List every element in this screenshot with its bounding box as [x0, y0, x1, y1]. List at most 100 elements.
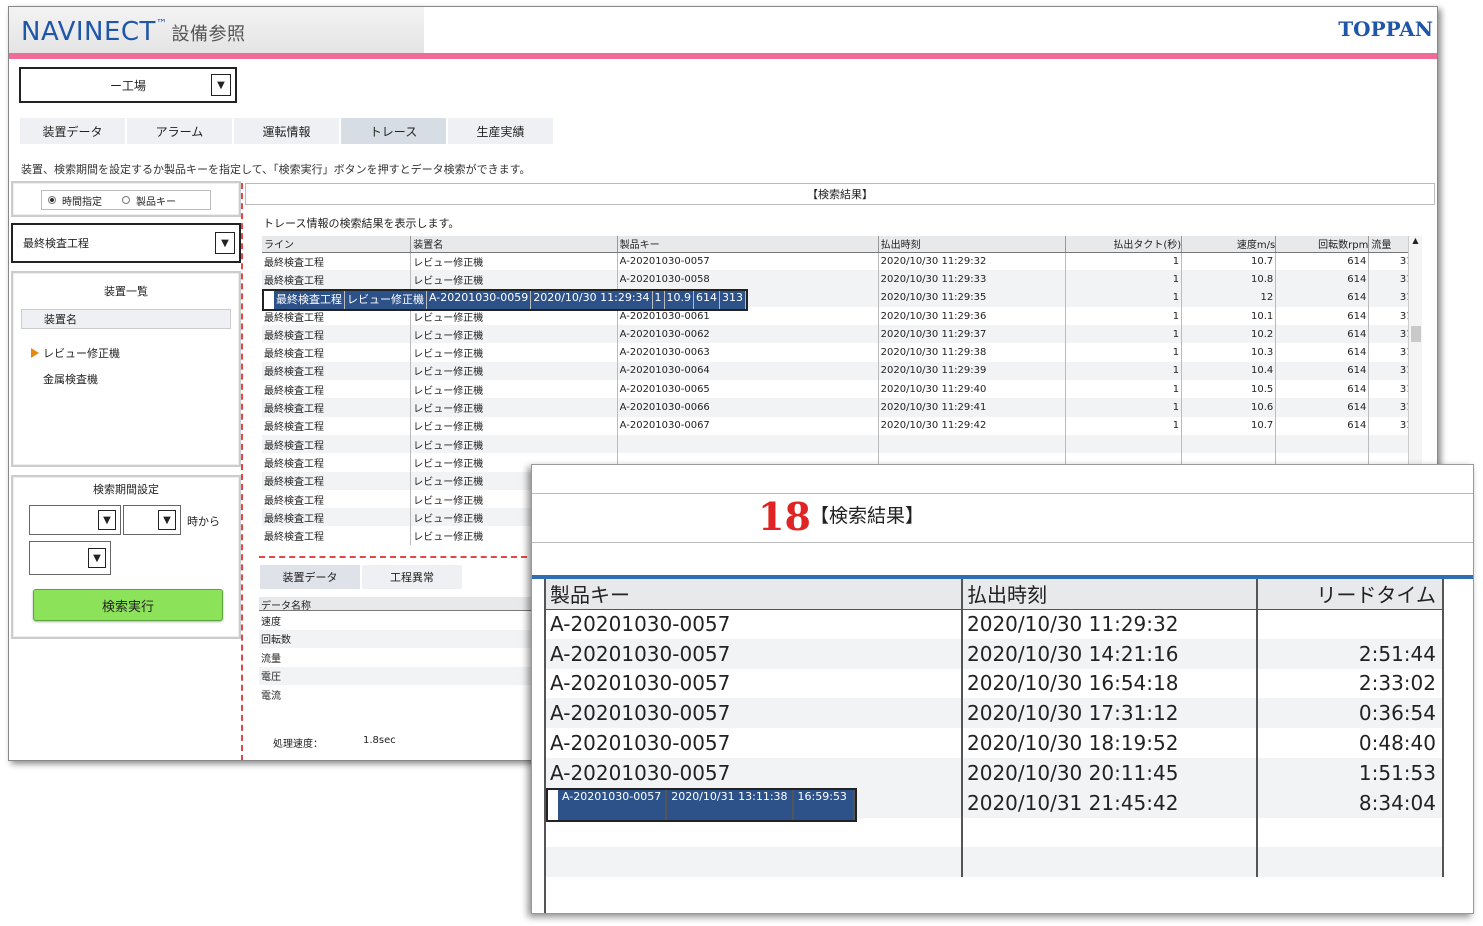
table-row[interactable]: 最終検査工程 レビュー修正機 A-20201030-0059 2020/10/30 1… [262, 288, 749, 311]
hour-select[interactable]: ▼ [123, 505, 181, 535]
column-header[interactable]: 回転数rpm [1275, 236, 1370, 253]
table-cell: 最終検査工程 [262, 380, 412, 399]
table-row[interactable]: A-20201030-0057 2020/10/31 13:11:38 16:59:… [546, 787, 857, 822]
table-cell: 2020/10/30 11:29:33 [878, 270, 1066, 289]
column-header[interactable]: ライン [262, 236, 412, 253]
table-cell: 8:34:04 [1257, 787, 1444, 818]
tab-process-error[interactable]: 工程異常 [361, 564, 463, 590]
table-cell: レビュー修正機 [410, 380, 618, 399]
scroll-thumb[interactable] [1411, 326, 1421, 342]
zoomed-results-panel: 18 【検索結果】 製品キー 払出時刻 リードタイム A-20201030-00… [531, 464, 1474, 914]
table-cell: 2020/10/30 11:29:35 [878, 288, 1066, 307]
column-header[interactable]: 払出時刻 [962, 579, 1258, 610]
column-header[interactable]: 速度m/s [1181, 236, 1277, 253]
table-row[interactable]: 最終検査工程 レビュー修正機 A-20201030-0063 2020/10/30 1… [262, 343, 1422, 362]
table-cell: 2020/10/30 11:29:32 [962, 609, 1258, 639]
table-row[interactable]: 最終検査工程 レビュー修正機 A-20201030-0066 2020/10/30 1… [262, 398, 1422, 417]
table-cell: 2020/10/30 11:29:40 [878, 380, 1066, 399]
table-cell: A-20201030-0057 [546, 638, 963, 669]
factory-select-value: ー工場 [109, 78, 146, 93]
device-list-title: 装置一覧 [104, 285, 148, 298]
table-cell: 10.7 [1181, 252, 1277, 271]
table-row[interactable] [546, 847, 1444, 878]
radio-product-key[interactable] [122, 196, 130, 204]
device-list-panel: 装置一覧 装置名 レビュー修正機 金属検査機 [11, 271, 241, 467]
table-row[interactable]: 最終検査工程 レビュー修正機 A-20201030-0058 2020/10/30 1… [262, 270, 1422, 289]
table-cell: A-20201030-0066 [617, 398, 879, 417]
table-cell: 0:36:54 [1257, 698, 1444, 729]
table-row[interactable]: A-20201030-0057 2020/10/30 18:19:52 0:48:4… [546, 728, 1444, 758]
chevron-down-icon[interactable]: ▼ [98, 510, 116, 530]
search-button[interactable]: 検索実行 [33, 589, 223, 621]
table-cell: 10.9 [664, 290, 695, 309]
process-speed: 処理速度： 1.8sec [273, 735, 396, 750]
tab-production-results[interactable]: 生産実績 [447, 117, 554, 145]
table-cell: 614 [1275, 325, 1370, 344]
table-row[interactable]: 最終検査工程 レビュー修正機 A-20201030-0065 2020/10/30 1… [262, 380, 1422, 399]
table-cell: レビュー修正機 [410, 361, 618, 381]
table-cell: 最終検査工程 [262, 416, 412, 435]
table-cell: A-20201030-0064 [617, 361, 879, 381]
table-cell: 10.7 [1181, 416, 1277, 435]
date-select[interactable]: ▼ [29, 505, 121, 535]
chevron-down-icon[interactable]: ▼ [215, 232, 235, 254]
process-select[interactable]: 最終検査工程 ▼ [11, 223, 241, 263]
from-hour-label: 時から [187, 515, 220, 528]
table-row[interactable]: 最終検査工程 レビュー修正機 A-20201030-0057 2020/10/30 1… [262, 252, 1422, 271]
list-item[interactable]: 金属検査機 [43, 371, 98, 387]
panel-divider [241, 183, 243, 760]
chevron-down-icon[interactable]: ▼ [211, 74, 231, 96]
column-header[interactable]: 装置名 [410, 236, 618, 253]
table-row[interactable]: A-20201030-0057 2020/10/30 16:54:18 2:33:0… [546, 668, 1444, 699]
column-header[interactable]: 製品キー [617, 236, 879, 253]
table-row[interactable]: 最終検査工程 レビュー修正機 A-20201030-0062 2020/10/30 1… [262, 325, 1422, 344]
table-cell: 614 [1275, 398, 1370, 417]
column-header[interactable]: 払出タクト(秒) [1065, 236, 1183, 253]
zoom-divider [532, 493, 1473, 494]
table-cell: 最終検査工程 [262, 526, 412, 545]
table-row[interactable]: A-20201030-0057 2020/10/30 20:11:45 1:51:5… [546, 757, 1444, 788]
scroll-up-icon[interactable]: ▲ [1409, 236, 1422, 245]
table-cell: 1 [1065, 398, 1183, 417]
table-row[interactable]: A-20201030-0057 2020/10/30 17:31:12 0:36:5… [546, 698, 1444, 729]
table-row[interactable]: 最終検査工程 レビュー修正機 A-20201030-0067 2020/10/30 1… [262, 416, 1422, 435]
table-cell: 1:51:53 [1257, 757, 1444, 788]
tab-alarm[interactable]: アラーム [126, 117, 233, 145]
tab-operation-info[interactable]: 運転情報 [233, 117, 340, 145]
table-cell: 12 [1181, 288, 1277, 307]
table-cell: 1 [1065, 361, 1183, 381]
column-header[interactable]: リードタイム [1257, 579, 1444, 610]
table-cell [546, 817, 963, 848]
chevron-down-icon[interactable]: ▼ [88, 548, 106, 568]
table-cell: 1 [1065, 343, 1183, 362]
tab-trace[interactable]: トレース [340, 117, 447, 145]
table-cell: A-20201030-0058 [617, 270, 879, 289]
table-cell: 最終検査工程 [262, 453, 412, 472]
table-cell: 2020/10/30 16:54:18 [962, 668, 1258, 699]
list-item[interactable]: レビュー修正機 [31, 345, 120, 361]
table-cell: 614 [1275, 252, 1370, 271]
table-row[interactable] [546, 817, 1444, 848]
column-header[interactable]: 製品キー [546, 579, 963, 610]
bottom-tabs: 装置データ 工程異常 [259, 564, 463, 590]
table-cell: 614 [694, 290, 721, 309]
table-cell: 2020/10/30 18:19:52 [962, 728, 1258, 758]
search-mode-panel: 時間指定 製品キー [11, 181, 241, 217]
factory-select[interactable]: ー工場 ▼ [19, 67, 237, 103]
chevron-down-icon[interactable]: ▼ [158, 510, 176, 530]
radio-period[interactable] [48, 196, 56, 204]
table-row[interactable]: A-20201030-0057 2020/10/30 14:21:16 2:51:4… [546, 638, 1444, 669]
table-cell: 1 [1065, 325, 1183, 344]
app-logo: NAVINECT™設備参照 [21, 17, 246, 47]
period-select[interactable]: ▼ [29, 541, 111, 575]
zoom-divider [532, 542, 1473, 543]
results-scrollbar[interactable]: ▲ [1408, 236, 1422, 471]
table-row[interactable]: 最終検査工程 レビュー修正機 [262, 434, 1422, 454]
column-header[interactable]: 払出時刻 [878, 236, 1066, 253]
search-mode-radio-group: 時間指定 製品キー [41, 190, 211, 210]
tab-device-data-detail[interactable]: 装置データ [259, 564, 361, 590]
table-cell: 1 [1065, 416, 1183, 435]
tab-device-data[interactable]: 装置データ [19, 117, 126, 145]
table-row[interactable]: 最終検査工程 レビュー修正機 A-20201030-0064 2020/10/30 1… [262, 361, 1422, 381]
table-row[interactable]: A-20201030-0057 2020/10/30 11:29:32 [546, 609, 1444, 639]
